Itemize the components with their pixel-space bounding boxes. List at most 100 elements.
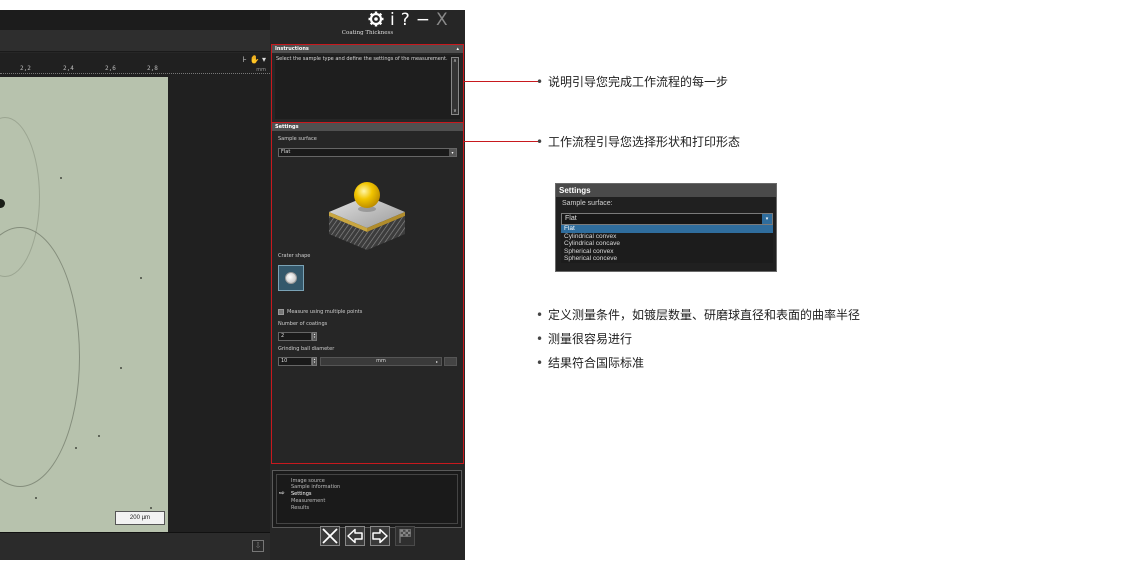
ruler-tick: 2,4 xyxy=(63,65,74,72)
image-grain xyxy=(60,177,62,179)
ball-diameter-input[interactable]: 10 xyxy=(278,357,312,366)
ball-diameter-value: 10 xyxy=(281,358,288,364)
bullet-icon: • xyxy=(536,332,544,346)
bullet-icon: • xyxy=(536,356,544,370)
image-grain xyxy=(75,447,77,449)
workflow-steps: Image source Sample information ⇨ Settin… xyxy=(272,470,462,528)
export-icon[interactable]: ⇩ xyxy=(252,540,264,552)
multiple-points-label: Measure using multiple points xyxy=(287,309,363,315)
crater-shape-option[interactable] xyxy=(278,265,304,291)
inset-heading: Settings xyxy=(556,184,776,197)
bullet-text: 结果符合国际标准 xyxy=(548,356,645,370)
sample-surface-select[interactable]: Flat ▾ xyxy=(278,148,457,157)
collapse-icon[interactable]: ▴ xyxy=(456,45,459,53)
ball-unit-value: mm xyxy=(376,358,386,364)
bullet-icon: • xyxy=(536,308,544,322)
image-grain xyxy=(150,507,152,509)
title-bar xyxy=(0,10,270,30)
scroll-down-icon[interactable]: ∨ xyxy=(452,108,458,114)
bullet-text: 定义测量条件，如镀层数量、研磨球直径和表面的曲率半径 xyxy=(548,308,861,322)
flat-sample-illustration xyxy=(329,182,405,250)
image-grain xyxy=(98,435,100,437)
step-measurement[interactable]: Measurement xyxy=(291,498,325,504)
inset-select[interactable]: Flat ▾ xyxy=(561,213,773,225)
arrow-left-icon xyxy=(347,528,363,544)
chevron-down-icon[interactable]: ▾ xyxy=(762,214,772,224)
cancel-button[interactable] xyxy=(320,526,340,546)
scale-bar: 200 µm xyxy=(115,511,165,525)
crater-icon xyxy=(285,272,297,284)
inset-label: Sample surface: xyxy=(562,200,613,207)
instructions-scrollbar[interactable]: ∧ ∨ xyxy=(451,57,459,115)
stage: 2,2 2,4 2,6 2,8 ⊦ ✋ ▾ mm 200 µm ⇩ i ? − … xyxy=(0,0,1140,571)
coatings-value: 2 xyxy=(281,333,285,339)
option-cylindrical-convex[interactable]: Cylindrical convex xyxy=(561,232,773,240)
settings-connector xyxy=(464,141,540,142)
coatings-stepper[interactable]: ▴ ▾ xyxy=(312,332,317,341)
finish-button[interactable] xyxy=(395,526,415,546)
instructions-connector xyxy=(464,81,540,82)
sample-surface-label: Sample surface xyxy=(278,136,317,142)
instructions-text: Select the sample type and define the se… xyxy=(276,56,448,62)
crater-shape-label: Crater shape xyxy=(278,253,311,259)
settings-section: Settings Sample surface Flat ▾ Crater sh… xyxy=(271,122,464,464)
arrow-right-icon xyxy=(372,528,388,544)
instructions-section: Instructions ▴ Select the sample type an… xyxy=(271,44,464,126)
scroll-up-icon[interactable]: ∧ xyxy=(452,58,458,64)
ruler-tick: 2,6 xyxy=(105,65,116,72)
bullet-item: • 定义测量条件，如镀层数量、研磨球直径和表面的曲率半径 xyxy=(536,306,860,323)
coatings-label: Number of coatings xyxy=(278,321,328,327)
ruler: 2,2 2,4 2,6 2,8 ⊦ ✋ ▾ mm xyxy=(0,53,270,77)
sample-surface-dropdown-inset: Settings Sample surface: Flat ▾ Flat Cyl… xyxy=(555,183,777,272)
pan-tool-icon[interactable]: ⊦ ✋ ▾ xyxy=(243,55,266,64)
bullet-icon: • xyxy=(536,75,544,89)
coatings-input[interactable]: 2 xyxy=(278,332,312,341)
option-spherical-convex[interactable]: Spherical convex xyxy=(561,247,773,255)
app-window: 2,2 2,4 2,6 2,8 ⊦ ✋ ▾ mm 200 µm ⇩ i ? − … xyxy=(0,10,465,560)
chevron-down-icon[interactable]: ▾ xyxy=(449,149,456,156)
image-grain xyxy=(120,367,122,369)
flag-icon xyxy=(399,529,411,543)
inset-select-value: Flat xyxy=(565,215,577,222)
workflow-steps-inner: Image source Sample information ⇨ Settin… xyxy=(276,474,458,524)
image-grain xyxy=(140,277,142,279)
status-bar: ⇩ xyxy=(0,532,270,560)
ball-diameter-label: Grinding ball diameter xyxy=(278,346,335,352)
ball-unit-select[interactable]: mm ▸ xyxy=(320,357,442,366)
image-side-panel xyxy=(168,77,270,532)
instructions-heading: Instructions xyxy=(275,46,309,52)
ball-extra-field[interactable] xyxy=(444,357,457,366)
sample-surface-value: Flat xyxy=(281,149,291,155)
bullet-item: • 测量很容易进行 xyxy=(536,330,632,347)
ruler-tick: 2,2 xyxy=(20,65,31,72)
settings-note: 工作流程引导您选择形状和打印形态 xyxy=(548,135,741,149)
option-spherical-concave[interactable]: Spherical conceve xyxy=(561,255,773,263)
multiple-points-checkbox[interactable] xyxy=(278,309,284,315)
settings-callout: • 工作流程引导您选择形状和打印形态 xyxy=(536,133,740,150)
bullet-item: • 结果符合国际标准 xyxy=(536,354,644,371)
option-flat[interactable]: Flat xyxy=(561,225,773,233)
ruler-tick: 2,8 xyxy=(147,65,158,72)
instructions-callout: • 说明引导您完成工作流程的每一步 xyxy=(536,73,728,90)
chevron-right-icon: ▸ xyxy=(435,359,438,364)
step-settings[interactable]: Settings xyxy=(291,491,312,497)
ruler-unit: mm xyxy=(256,67,266,73)
toolbar xyxy=(0,30,270,52)
instructions-note: 说明引导您完成工作流程的每一步 xyxy=(548,75,729,89)
settings-heading: Settings xyxy=(275,124,299,130)
step-sample-information[interactable]: Sample information xyxy=(291,484,340,490)
microscope-image[interactable] xyxy=(0,77,168,532)
close-icon xyxy=(322,528,338,544)
bullet-text: 测量很容易进行 xyxy=(548,332,633,346)
option-cylindrical-concave[interactable]: Cylindrical concave xyxy=(561,240,773,248)
next-button[interactable] xyxy=(370,526,390,546)
settings-header: Settings xyxy=(272,123,463,131)
ball-diameter-stepper[interactable]: ▴ ▾ xyxy=(312,357,317,366)
instructions-header[interactable]: Instructions ▴ xyxy=(272,45,463,53)
image-grain xyxy=(35,497,37,499)
inset-options-list: Flat Cylindrical convex Cylindrical conc… xyxy=(561,225,773,263)
panel-title: Coating Thickness xyxy=(341,30,394,36)
back-button[interactable] xyxy=(345,526,365,546)
bullet-icon: • xyxy=(536,135,544,149)
step-results[interactable]: Results xyxy=(291,505,309,511)
